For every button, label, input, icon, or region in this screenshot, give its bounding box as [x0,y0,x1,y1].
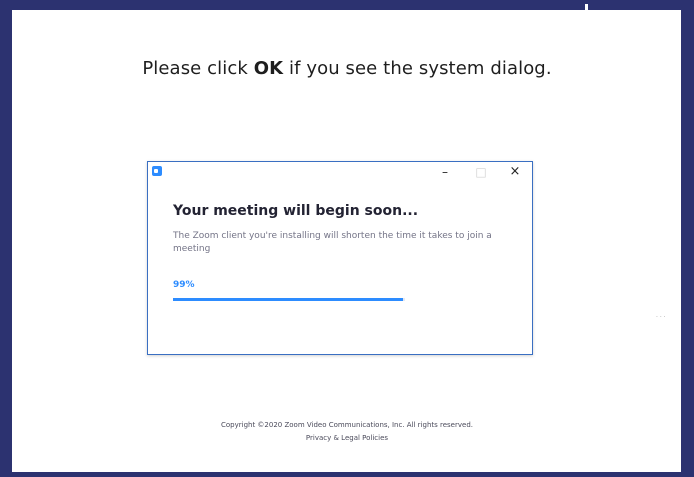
minimize-button[interactable]: – [434,164,456,180]
instruction-prefix: Please click [142,58,254,79]
close-button[interactable]: × [504,164,526,180]
maximize-button[interactable]: □ [470,164,492,180]
instruction-ok: OK [253,58,284,79]
copyright-text: Copyright ©2020 Zoom Video Communication… [221,421,473,429]
dialog-description: The Zoom client you're installing will s… [173,231,492,254]
frame-mark [585,4,588,12]
dialog-title: Your meeting will begin soon... [173,203,419,219]
zoom-app-icon [152,166,162,176]
progress-bar [173,298,405,301]
installer-dialog: – □ × Your meeting will begin soon... Th… [147,161,533,355]
progress-fill [173,298,403,301]
instruction-heading: Please click OK if you see the system di… [0,58,694,79]
privacy-policies-link[interactable]: Privacy & Legal Policies [0,434,694,442]
progress-percent: 99% [173,280,195,290]
instruction-suffix: if you see the system dialog. [283,58,552,79]
edge-marks: · · · [656,314,666,321]
